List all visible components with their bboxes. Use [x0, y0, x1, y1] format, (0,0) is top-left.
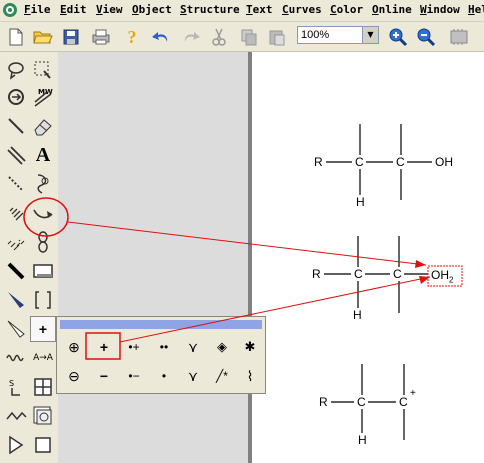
menu-edit[interactable]: Edit — [60, 3, 87, 16]
copy-icon[interactable] — [238, 26, 260, 48]
m3-h-label: H — [358, 433, 367, 447]
m1-c1-label: C — [355, 155, 364, 169]
radical-anion-icon[interactable]: •− — [121, 364, 147, 388]
anion-branch-icon[interactable]: ⋎ — [180, 364, 206, 388]
menu-file[interactable]: File — [24, 3, 51, 16]
bold-bond-tool-icon[interactable] — [3, 258, 29, 284]
print-icon[interactable] — [90, 26, 112, 48]
chain-tool-icon[interactable] — [3, 403, 29, 429]
m1-oh-label: OH — [435, 155, 453, 169]
stereo-center-icon[interactable]: ◈ — [209, 335, 235, 359]
circled-minus-icon[interactable]: ⊖ — [61, 364, 87, 388]
zoom-in-icon[interactable] — [387, 26, 409, 48]
menu-online[interactable]: Online — [372, 3, 412, 16]
radical-cation-icon[interactable]: •+ — [121, 335, 147, 359]
show-stuff-icon[interactable] — [448, 26, 470, 48]
m2-h-label: H — [353, 308, 362, 322]
lone-pair-icon[interactable]: •• — [151, 335, 177, 359]
m1-r-label: R — [314, 155, 323, 169]
m2-c1-label: C — [354, 267, 363, 281]
chemical-symbols-tool-icon[interactable]: + — [30, 316, 56, 342]
mass-fragment-tool-icon[interactable]: MW — [30, 84, 56, 110]
menu-color[interactable]: Color — [330, 3, 363, 16]
gear-symbol-icon[interactable]: ✱ — [237, 335, 263, 359]
orbital-tool-icon[interactable] — [30, 229, 56, 255]
zoom-out-icon[interactable] — [415, 26, 437, 48]
rotate-tool-icon[interactable] — [3, 84, 29, 110]
double-bond-tool-icon[interactable] — [3, 142, 29, 168]
help-icon[interactable]: ? — [121, 26, 143, 48]
menu-bar: File Edit View Object Structure Text Cur… — [0, 0, 484, 22]
plus-charge-icon[interactable]: + — [91, 335, 117, 359]
redo-icon[interactable] — [180, 26, 202, 48]
pen-tool-icon[interactable] — [30, 171, 56, 197]
eraser-tool-icon[interactable] — [30, 113, 56, 139]
menu-window[interactable]: Window — [420, 3, 460, 16]
drawing-canvas[interactable] — [252, 52, 484, 463]
m3-c2-label: C — [399, 395, 408, 409]
chevron-down-icon[interactable]: ▼ — [362, 27, 378, 43]
solid-bond-tool-icon[interactable] — [3, 113, 29, 139]
hashed-bond-tool-icon[interactable] — [3, 200, 29, 226]
lasso-tool-icon[interactable] — [3, 57, 29, 83]
m1-c2-label: C — [396, 155, 405, 169]
zoom-value: 100% — [301, 29, 330, 41]
dashed-star-icon[interactable]: ╱* — [209, 364, 235, 388]
new-document-icon[interactable] — [5, 26, 27, 48]
wavy-symbol-icon[interactable]: ⌇ — [237, 364, 263, 388]
play-tool-icon[interactable] — [3, 432, 29, 458]
m3-c1-label: C — [357, 395, 366, 409]
drawing-elements-tool-icon[interactable] — [30, 258, 56, 284]
main-toolbar: ? 100% ▼ — [0, 22, 484, 52]
m2-c2-label: C — [393, 267, 402, 281]
brackets-tool-icon[interactable] — [30, 287, 56, 313]
template-tool-icon[interactable] — [30, 403, 56, 429]
menu-structure[interactable]: Structure — [180, 3, 240, 16]
tool-palette: MW A + A→A S — [0, 52, 59, 463]
dashed-bond-tool-icon[interactable] — [3, 171, 29, 197]
circled-plus-icon[interactable]: ⊕ — [61, 335, 87, 359]
charge-palette-popup: ⊕ + •+ •• ⋎ ◈ ✱ ⊖ − •− • ⋎ ╱* ⌇ — [56, 316, 266, 394]
menu-help[interactable]: Hel — [468, 3, 484, 16]
wavy-bond-tool-icon[interactable] — [3, 345, 29, 371]
wedge-bond-tool-icon[interactable] — [3, 287, 29, 313]
m3-plus-label: + — [410, 388, 416, 399]
save-icon[interactable] — [60, 26, 82, 48]
wide-hashed-bond-tool-icon[interactable] — [3, 229, 29, 255]
reaction-tool-icon[interactable]: A→A — [30, 345, 56, 371]
m3-r-label: R — [319, 395, 328, 409]
text-tool-icon[interactable]: A — [30, 142, 56, 168]
paste-icon[interactable] — [266, 26, 288, 48]
popup-title-bar[interactable] — [60, 320, 262, 329]
workspace-background — [58, 52, 248, 463]
radical-icon[interactable]: • — [151, 364, 177, 388]
zoom-select[interactable]: 100% ▼ — [297, 26, 379, 44]
menu-view[interactable]: View — [96, 3, 123, 16]
arrow-tool-icon[interactable] — [30, 202, 56, 228]
minus-charge-icon[interactable]: − — [91, 364, 117, 388]
m1-h-label: H — [356, 195, 365, 209]
marquee-tool-icon[interactable] — [30, 57, 56, 83]
menu-text[interactable]: Text — [246, 3, 273, 16]
table-tool-icon[interactable] — [30, 374, 56, 400]
rectangle-tool-icon[interactable] — [30, 432, 56, 458]
svg-text:S: S — [9, 379, 14, 388]
cation-branch-icon[interactable]: ⋎ — [180, 335, 206, 359]
cut-icon[interactable] — [208, 26, 230, 48]
undo-icon[interactable] — [150, 26, 172, 48]
query-tool-icon[interactable]: S — [3, 374, 29, 400]
m2-oh2-label: OH2 — [431, 268, 454, 285]
menu-curves[interactable]: Curves — [282, 3, 322, 16]
hollow-wedge-bond-tool-icon[interactable] — [3, 316, 29, 342]
app-icon — [3, 3, 17, 17]
m2-r-label: R — [312, 267, 321, 281]
menu-object[interactable]: Object — [132, 3, 172, 16]
open-folder-icon[interactable] — [32, 26, 54, 48]
